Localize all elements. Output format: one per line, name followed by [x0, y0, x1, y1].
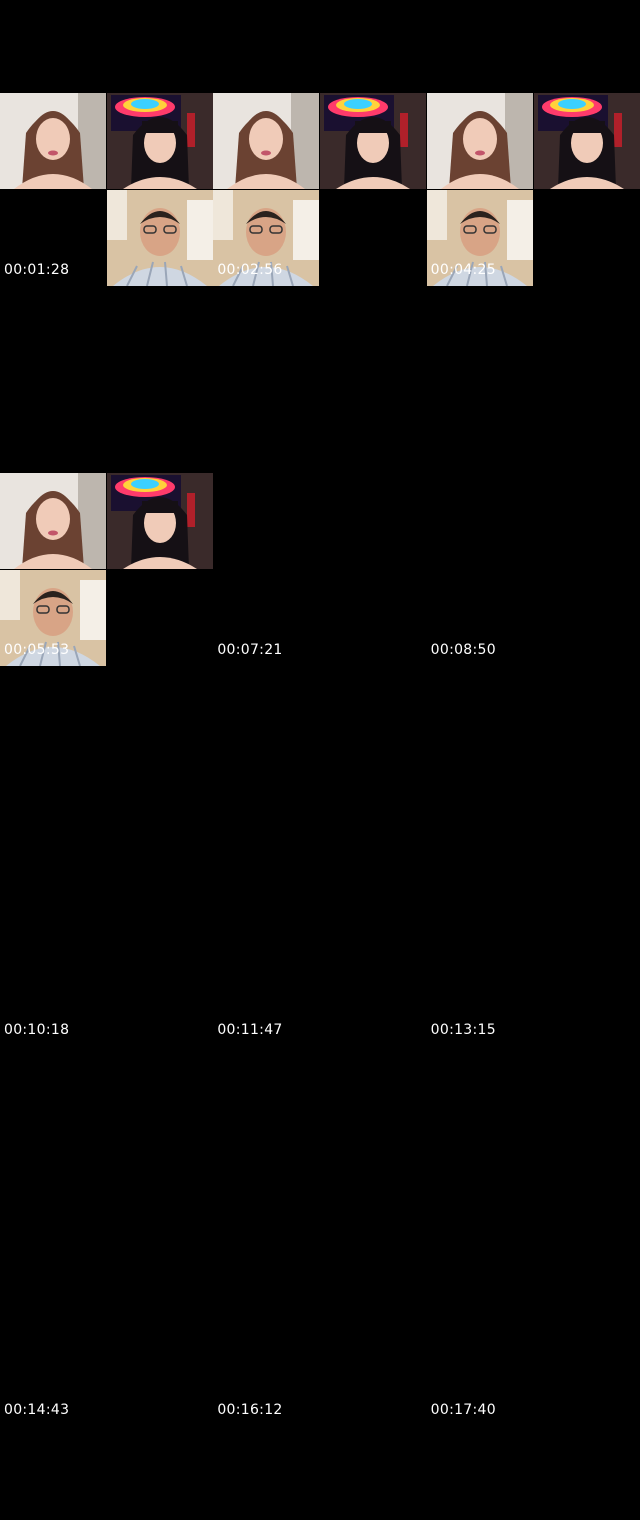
video-call-grid	[426, 93, 640, 287]
timestamp-label: 00:01:28	[4, 262, 70, 278]
thumbnail-cell[interactable]: 00:02:56	[213, 0, 427, 380]
thumbnail-cell[interactable]: 00:01:28	[0, 0, 213, 380]
timestamp-label: 00:05:53	[4, 642, 70, 658]
participant-tile	[0, 93, 106, 189]
timestamp-label: 00:02:56	[217, 262, 283, 278]
timestamp-label: 00:08:50	[430, 642, 496, 658]
thumbnail-cell[interactable]: 00:07:21	[213, 380, 426, 760]
thumbnail-cell[interactable]: 00:13:15	[427, 760, 640, 1140]
thumbnail-cell[interactable]: 00:17:40	[427, 1140, 640, 1520]
thumbnail-cell[interactable]: 00:14:43	[0, 1140, 213, 1520]
thumbnail-cell[interactable]: 00:10:18	[0, 760, 213, 1140]
timestamp-label: 00:10:18	[4, 1022, 70, 1038]
video-call-grid	[0, 93, 213, 287]
timestamp-label: 00:07:21	[217, 642, 283, 658]
timestamp-label: 00:04:25	[430, 262, 496, 278]
video-call-grid	[0, 473, 213, 667]
thumbnail-cell[interactable]: 00:08:50	[427, 380, 640, 760]
thumbnail-cell[interactable]: 00:16:12	[213, 1140, 426, 1520]
participant-tile	[213, 93, 320, 189]
participant-tile	[107, 190, 213, 286]
video-call-grid	[213, 93, 427, 287]
participant-tile	[533, 93, 640, 189]
thumbnail-cell[interactable]: 00:05:53	[0, 380, 213, 760]
participant-tile	[0, 473, 106, 569]
thumbnail-cell[interactable]: 00:11:47	[213, 760, 426, 1140]
participant-tile	[107, 93, 213, 189]
timestamp-label: 00:14:43	[4, 1402, 70, 1418]
timestamp-label: 00:11:47	[217, 1022, 283, 1038]
participant-tile	[426, 93, 533, 189]
thumbnail-cell[interactable]: 00:04:25	[426, 0, 640, 380]
timestamp-label: 00:13:15	[430, 1022, 496, 1038]
timestamp-label: 00:16:12	[217, 1402, 283, 1418]
participant-tile	[107, 473, 213, 569]
timestamp-label: 00:17:40	[430, 1402, 496, 1418]
participant-tile	[320, 93, 427, 189]
